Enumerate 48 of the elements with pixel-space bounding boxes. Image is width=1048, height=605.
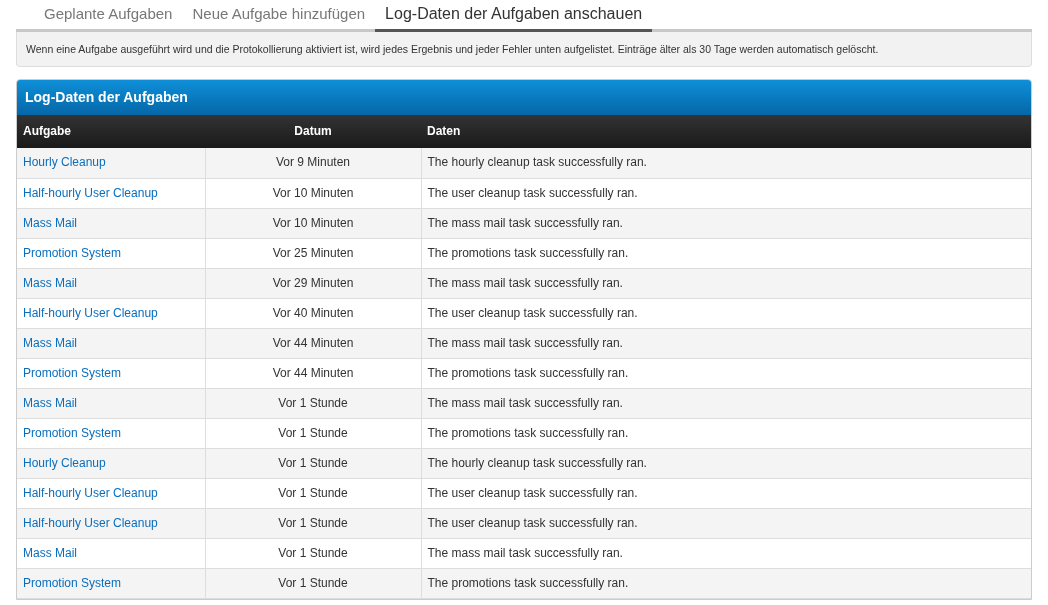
data-cell: The user cleanup task successfully ran. bbox=[421, 298, 1031, 328]
tab[interactable]: Neue Aufgabe hinzufügen bbox=[182, 0, 376, 32]
data-cell: The mass mail task successfully ran. bbox=[421, 328, 1031, 358]
data-cell: The hourly cleanup task successfully ran. bbox=[421, 448, 1031, 478]
data-cell: The promotions task successfully ran. bbox=[421, 358, 1031, 388]
task-link[interactable]: Mass Mail bbox=[23, 395, 77, 410]
date-cell: Vor 40 Minuten bbox=[205, 298, 421, 328]
data-cell: The mass mail task successfully ran. bbox=[421, 388, 1031, 418]
data-cell: The mass mail task successfully ran. bbox=[421, 208, 1031, 238]
date-cell: Vor 1 Stunde bbox=[205, 448, 421, 478]
tab[interactable]: Geplante Aufgaben bbox=[34, 0, 183, 32]
column-header: Datum bbox=[205, 115, 421, 148]
date-cell: Vor 1 Stunde bbox=[205, 568, 421, 598]
date-cell: Vor 1 Stunde bbox=[205, 388, 421, 418]
task-link[interactable]: Mass Mail bbox=[23, 215, 77, 230]
column-header: Daten bbox=[421, 115, 1031, 148]
data-cell: The user cleanup task successfully ran. bbox=[421, 178, 1031, 208]
task-link[interactable]: Mass Mail bbox=[23, 335, 77, 350]
task-link[interactable]: Mass Mail bbox=[23, 545, 77, 560]
data-cell: The hourly cleanup task successfully ran. bbox=[421, 148, 1031, 178]
column-header: Aufgabe bbox=[17, 115, 205, 148]
task-link[interactable]: Promotion System bbox=[23, 245, 122, 260]
date-cell: Vor 1 Stunde bbox=[205, 538, 421, 568]
panel-title: Log-Daten der Aufgaben bbox=[17, 80, 1031, 115]
data-cell: The mass mail task successfully ran. bbox=[421, 538, 1031, 568]
date-cell: Vor 9 Minuten bbox=[205, 148, 421, 178]
date-cell: Vor 44 Minuten bbox=[205, 328, 421, 358]
data-cell: The mass mail task successfully ran. bbox=[421, 268, 1031, 298]
date-cell: Vor 10 Minuten bbox=[205, 178, 421, 208]
date-cell: Vor 1 Stunde bbox=[205, 418, 421, 448]
date-cell: Vor 29 Minuten bbox=[205, 268, 421, 298]
task-link[interactable]: Half-hourly User Cleanup bbox=[23, 485, 158, 500]
date-cell: Vor 1 Stunde bbox=[205, 478, 421, 508]
data-cell: The promotions task successfully ran. bbox=[421, 418, 1031, 448]
task-link[interactable]: Promotion System bbox=[23, 365, 122, 380]
date-cell: Vor 1 Stunde bbox=[205, 508, 421, 538]
date-cell: Vor 44 Minuten bbox=[205, 358, 421, 388]
data-cell: The promotions task successfully ran. bbox=[421, 238, 1031, 268]
data-cell: The promotions task successfully ran. bbox=[421, 568, 1031, 598]
task-link[interactable]: Mass Mail bbox=[23, 275, 77, 290]
data-cell: The user cleanup task successfully ran. bbox=[421, 478, 1031, 508]
date-cell: Vor 25 Minuten bbox=[205, 238, 421, 268]
task-link[interactable]: Promotion System bbox=[23, 425, 122, 440]
notice-text: Wenn eine Aufgabe ausgeführt wird und die Protokollierung aktiviert ist, wird jedes Ergebnis und jeder Fehler unten aufgelistet. Einträge älter als 30 Tage werden automatisch gelöscht. bbox=[16, 32, 1032, 67]
task-link[interactable]: Half-hourly User Cleanup bbox=[23, 185, 158, 200]
task-link[interactable]: Half-hourly User Cleanup bbox=[23, 305, 158, 320]
data-cell: The user cleanup task successfully ran. bbox=[421, 508, 1031, 538]
date-cell: Vor 10 Minuten bbox=[205, 208, 421, 238]
